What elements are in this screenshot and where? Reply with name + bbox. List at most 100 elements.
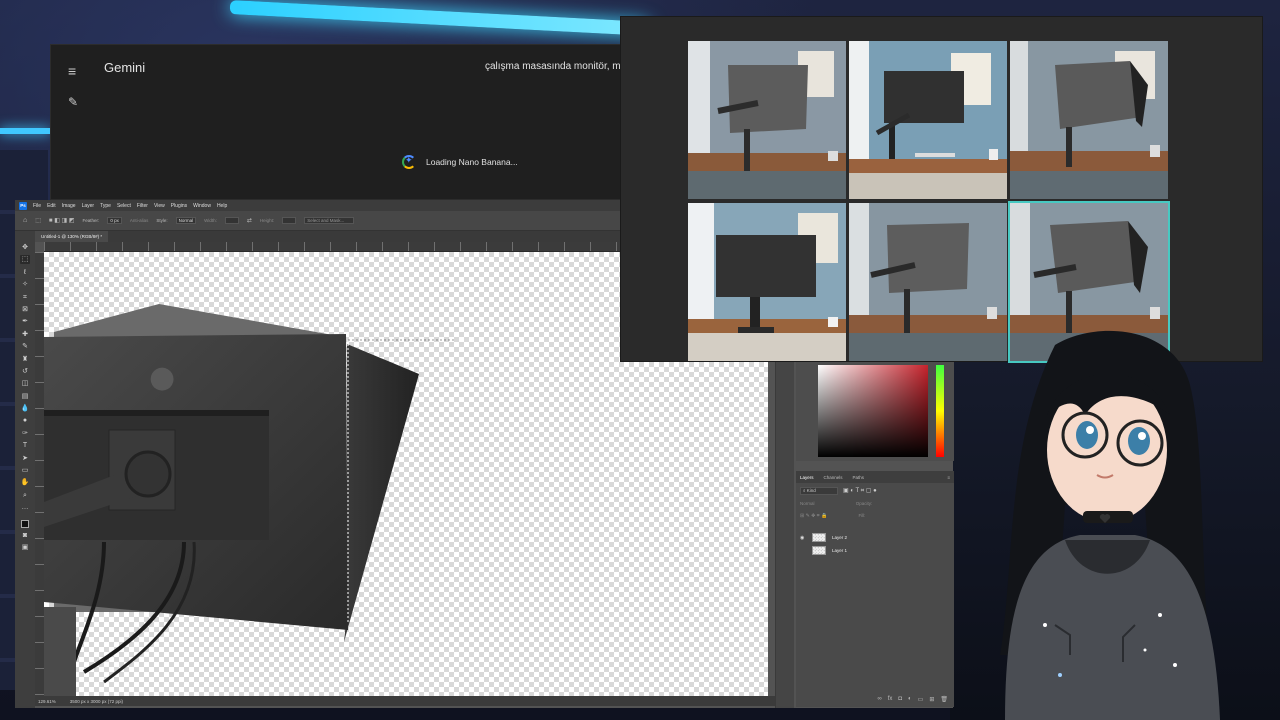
- filter-type-icons[interactable]: ▣ ◐ T ⌗ ▢ ●: [843, 487, 877, 495]
- svg-text:●: ●: [149, 360, 175, 395]
- dodge-tool-icon[interactable]: ●: [20, 416, 30, 425]
- more-tools-icon[interactable]: …: [20, 503, 30, 512]
- add-mask-icon[interactable]: ◘: [898, 696, 902, 703]
- gemini-title: Gemini: [104, 60, 146, 75]
- style-select[interactable]: Normal: [175, 217, 197, 224]
- monitor-desk-image: [1010, 41, 1168, 199]
- generated-image-thumb[interactable]: [688, 41, 846, 199]
- move-tool-icon[interactable]: ✥: [20, 243, 30, 252]
- history-brush-icon[interactable]: ↺: [20, 367, 30, 376]
- feather-input[interactable]: 0 px: [107, 217, 122, 224]
- style-label: Style:: [156, 218, 168, 223]
- loading-indicator: Loading Nano Banana...: [402, 155, 518, 169]
- marquee-options-icon[interactable]: ⬚: [35, 217, 41, 224]
- tab-channels[interactable]: Channels: [824, 475, 843, 480]
- clone-stamp-icon[interactable]: ♜: [20, 355, 30, 364]
- menu-select[interactable]: Select: [117, 203, 131, 209]
- fx-icon[interactable]: fx: [888, 696, 893, 703]
- marquee-tool-icon[interactable]: ⬚: [20, 255, 30, 265]
- eyedropper-icon[interactable]: ✒: [20, 317, 30, 326]
- blend-opacity-row: Normal Opacity:: [796, 499, 954, 511]
- link-layers-icon[interactable]: ∞: [877, 696, 881, 703]
- crop-tool-icon[interactable]: ⌗: [20, 293, 30, 302]
- hue-slider[interactable]: [936, 365, 944, 457]
- home-icon[interactable]: ⌂: [23, 217, 27, 224]
- quick-mask-icon[interactable]: ◙: [20, 531, 30, 540]
- panel-menu-icon[interactable]: ≡: [947, 475, 950, 480]
- menu-type[interactable]: Type: [100, 203, 111, 209]
- generated-image-thumb[interactable]: [688, 203, 846, 361]
- hamburger-menu-icon[interactable]: ≡: [68, 63, 76, 79]
- document-size-info: 3500 px x 3000 px (72 ppi): [69, 698, 124, 704]
- document-tab[interactable]: Untitled-1 @ 130% (RGB/8#) *: [35, 231, 109, 242]
- generated-image-thumb[interactable]: [849, 203, 1007, 361]
- healing-brush-icon[interactable]: ✚: [20, 330, 30, 339]
- menu-filter[interactable]: Filter: [137, 203, 148, 209]
- blur-tool-icon[interactable]: 💧: [20, 404, 30, 413]
- shape-tool-icon[interactable]: ▭: [20, 466, 30, 475]
- width-input[interactable]: [224, 217, 239, 224]
- ps-logo-icon: Ps: [19, 201, 27, 210]
- lasso-tool-icon[interactable]: ℓ: [20, 268, 30, 277]
- tab-paths[interactable]: Paths: [853, 475, 865, 480]
- height-label: Height:: [259, 218, 275, 223]
- generated-image-thumb[interactable]: [1010, 41, 1168, 199]
- generated-images-window: [620, 16, 1263, 363]
- foreground-color-swatch[interactable]: [21, 519, 29, 528]
- menu-image[interactable]: Image: [62, 203, 76, 209]
- layers-panel: Layers Channels Paths ≡ ⌕ Kind ▣ ◐ T ⌗ ▢…: [796, 471, 954, 707]
- height-input[interactable]: [282, 217, 297, 224]
- monitor-desk-image: [849, 41, 1007, 199]
- layer-thumbnail: [812, 546, 826, 555]
- ruler-vertical: [35, 252, 44, 696]
- type-tool-icon[interactable]: T: [20, 441, 30, 450]
- menu-edit[interactable]: Edit: [47, 203, 56, 209]
- visibility-eye-icon[interactable]: ◉: [800, 535, 806, 541]
- gradient-tool-icon[interactable]: ▤: [20, 392, 30, 401]
- new-chat-icon[interactable]: ✎: [68, 95, 78, 109]
- zoom-level[interactable]: 129.61%: [38, 699, 56, 704]
- gemini-window: ≡ ✎ Gemini çalışma masasında monitör, mo…: [50, 44, 630, 200]
- brush-tool-icon[interactable]: ✎: [20, 342, 30, 351]
- magic-wand-icon[interactable]: ✧: [20, 280, 30, 289]
- opacity-label: Opacity:: [855, 501, 873, 506]
- layer-thumbnail: [812, 533, 826, 542]
- tab-layers[interactable]: Layers: [800, 475, 814, 480]
- swap-icon[interactable]: ⇄: [247, 217, 252, 224]
- layer-name: Layer 2: [832, 535, 848, 540]
- new-layer-icon[interactable]: ⊞: [929, 696, 934, 703]
- new-group-icon[interactable]: ▭: [918, 696, 924, 703]
- fill-label: Fill:: [858, 513, 866, 518]
- hand-tool-icon[interactable]: ✋: [20, 478, 30, 487]
- eraser-tool-icon[interactable]: ◫: [20, 379, 30, 388]
- menu-window[interactable]: Window: [193, 203, 211, 209]
- pen-tool-icon[interactable]: ✑: [20, 429, 30, 438]
- color-field[interactable]: [818, 365, 928, 457]
- feather-label: Feather:: [82, 218, 100, 223]
- zoom-tool-icon[interactable]: ⌕: [20, 491, 30, 500]
- menu-view[interactable]: View: [154, 203, 165, 209]
- menu-help[interactable]: Help: [217, 203, 227, 209]
- adjustment-layer-icon[interactable]: ◐: [908, 696, 912, 703]
- layers-panel-actions: ∞ fx ◘ ◐ ▭ ⊞ 🗑: [877, 696, 948, 703]
- menu-layer[interactable]: Layer: [82, 203, 95, 209]
- layer-kind-filter[interactable]: ⌕ Kind: [800, 487, 838, 495]
- neon-light-small: [0, 128, 50, 134]
- menu-file[interactable]: File: [33, 203, 41, 209]
- antialias-checkbox[interactable]: Anti-alias: [130, 218, 149, 223]
- selection-mode-icons[interactable]: ■ ◧ ◨ ◩: [49, 217, 75, 224]
- select-and-mask-button[interactable]: Select and Mask...: [304, 217, 355, 224]
- layer-row[interactable]: Layer 1: [796, 544, 954, 557]
- screen-mode-icon[interactable]: ▣: [20, 543, 30, 552]
- color-picker-panel: [796, 361, 954, 461]
- lock-icons[interactable]: ⊞ ✎ ✥ ⌗ 🔒: [800, 513, 827, 519]
- layer-row[interactable]: ◉ Layer 2: [796, 531, 954, 544]
- monitor-desk-image: [688, 203, 846, 361]
- blend-mode-select[interactable]: Normal: [800, 501, 815, 506]
- frame-tool-icon[interactable]: ⊠: [20, 305, 30, 314]
- path-selection-icon[interactable]: ➤: [20, 454, 30, 463]
- delete-layer-icon[interactable]: 🗑: [940, 696, 948, 703]
- menu-plugins[interactable]: Plugins: [171, 203, 187, 209]
- layer-filter-row: ⌕ Kind ▣ ◐ T ⌗ ▢ ●: [796, 483, 954, 499]
- generated-image-thumb[interactable]: [849, 41, 1007, 199]
